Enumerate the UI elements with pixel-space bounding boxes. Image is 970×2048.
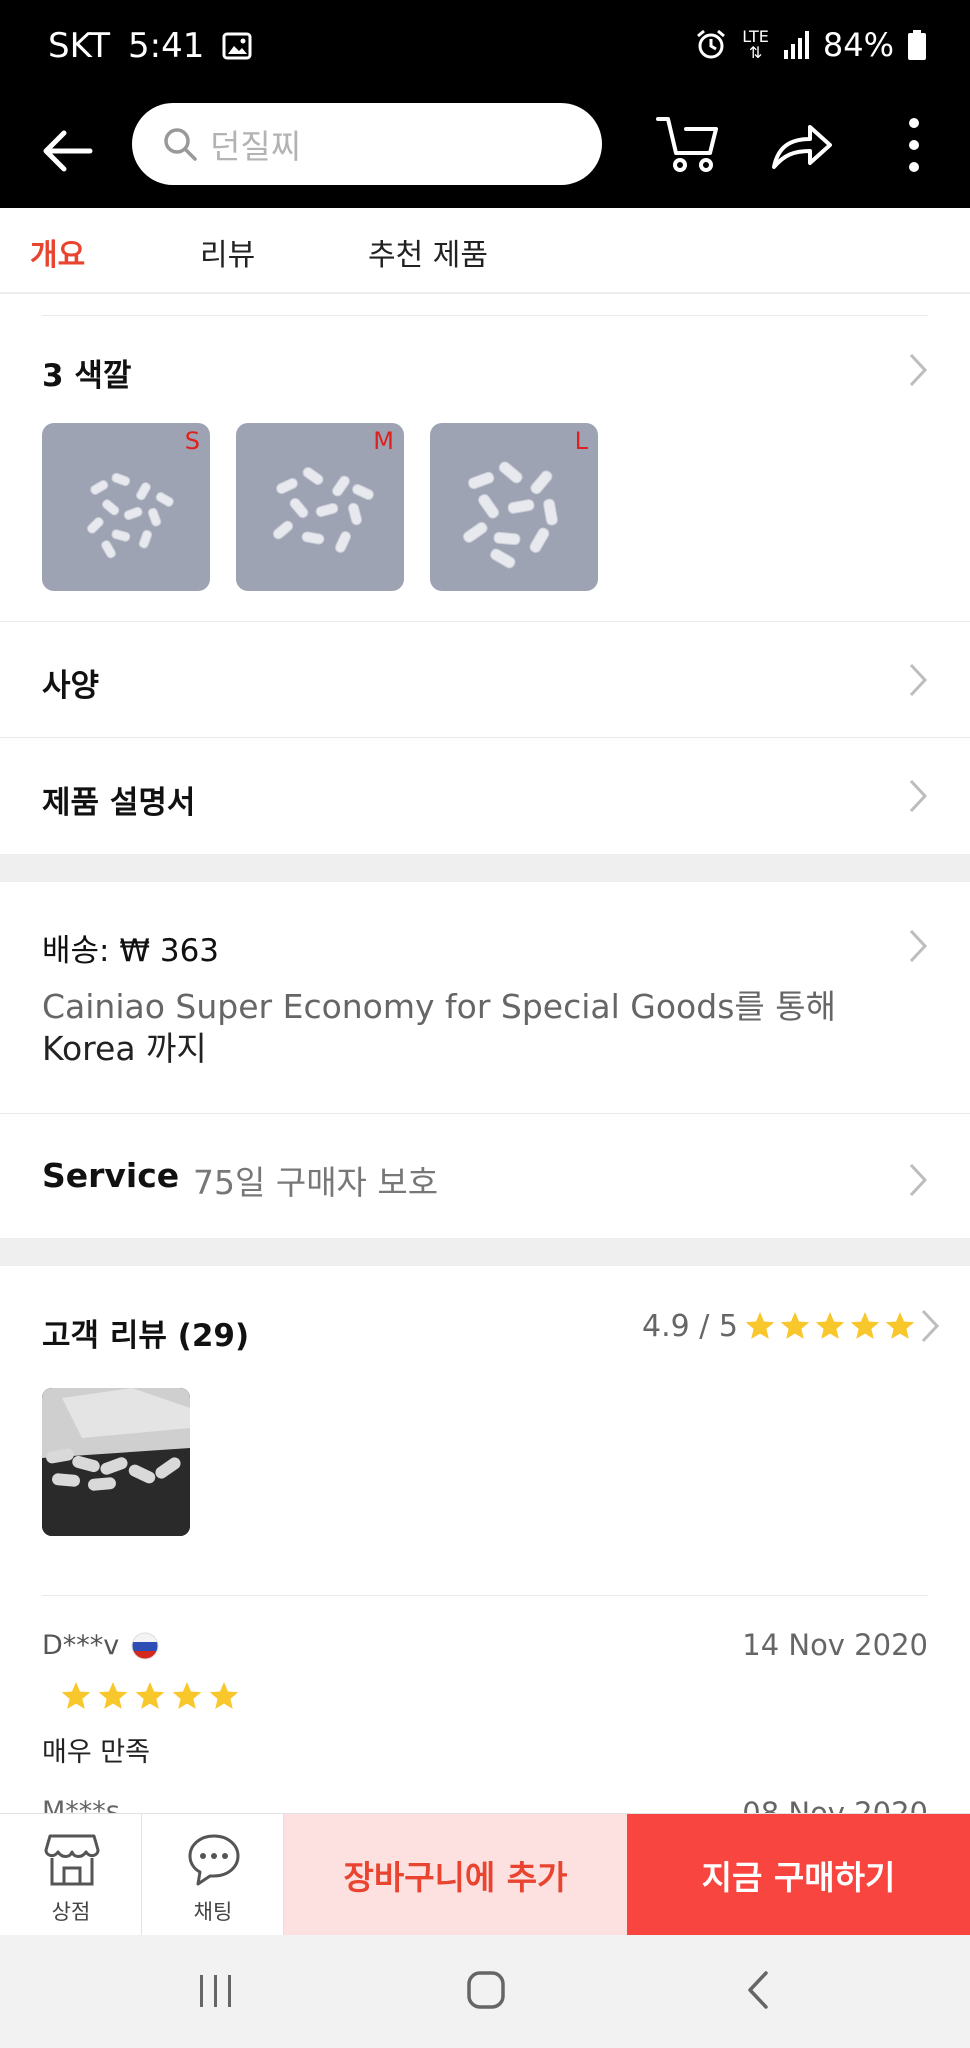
color-option-l[interactable]: L (430, 423, 598, 591)
tab-overview[interactable]: 개요 (30, 230, 85, 274)
product-manual-label: 제품 설명서 (42, 785, 196, 821)
chevron-right-icon (909, 1163, 928, 1197)
buy-now-button[interactable]: 지금 구매하기 (627, 1814, 970, 1936)
recent-apps-icon[interactable] (196, 1971, 236, 2011)
size-label: M (373, 427, 394, 455)
buyer-protection: 75일 구매자 보호 (193, 1163, 439, 1202)
divider (0, 621, 970, 622)
back-icon[interactable] (742, 1969, 772, 2011)
battery-icon (908, 30, 926, 60)
search-icon (164, 128, 197, 161)
divider (0, 737, 970, 738)
search-placeholder: 던질찌 (210, 127, 302, 166)
star-icon (209, 1682, 239, 1709)
russia-flag-icon (131, 1632, 159, 1659)
status-bar: SKT 5:41 LTE ⇅ 84% (0, 0, 970, 95)
shipping-method: Cainiao Super Economy for Special Goods를… (42, 986, 862, 1070)
gallery-notification-icon (222, 32, 252, 60)
reviewer-name: D***v (42, 1630, 120, 1661)
network-indicator: LTE ⇅ (742, 27, 769, 62)
reviewer: D***v (42, 1630, 159, 1661)
color-option-m[interactable]: M (236, 423, 404, 591)
back-arrow-icon[interactable] (38, 121, 98, 181)
section-divider (0, 1238, 970, 1266)
tab-reviews[interactable]: 리뷰 (200, 230, 255, 274)
shipping-destination: Korea 까지 (42, 1029, 207, 1068)
home-icon[interactable] (466, 1969, 506, 2011)
specs-label: 사양 (42, 668, 100, 704)
tab-bar: 개요 리뷰 추천 제품 (0, 208, 970, 294)
add-to-cart-button[interactable]: 장바구니에 추가 (284, 1814, 627, 1936)
signal-icon (783, 31, 809, 59)
chat-button[interactable]: 채팅 (142, 1814, 284, 1936)
chevron-right-icon (909, 663, 928, 697)
chevron-right-icon (909, 779, 928, 813)
shipping-carrier: Cainiao Super Economy for Special Goods를… (42, 987, 836, 1026)
star-icon (850, 1312, 880, 1339)
search-input[interactable]: 던질찌 (132, 103, 602, 185)
store-label: 상점 (51, 1900, 91, 1924)
chevron-right-icon (921, 1309, 940, 1343)
system-navigation-bar (0, 1935, 970, 2048)
app-bar: 던질찌 (0, 95, 970, 208)
share-icon[interactable] (770, 117, 834, 173)
rating-value: 4.9 / 5 (642, 1308, 738, 1344)
star-icon (745, 1312, 775, 1339)
star-icon (61, 1682, 91, 1709)
store-icon (44, 1834, 100, 1886)
shipping-price: 배송: ₩ 363 (42, 933, 220, 969)
review-photo-image (42, 1388, 190, 1536)
reviews-title: 고객 리뷰 (29) (42, 1318, 250, 1354)
product-swatch-image (462, 461, 558, 569)
more-options-icon[interactable] (896, 115, 932, 175)
rating-summary: 4.9 / 5 (642, 1308, 940, 1344)
star-icon (885, 1312, 915, 1339)
battery-percent: 84% (822, 26, 894, 64)
star-icon (780, 1312, 810, 1339)
review-text: 매우 만족 (42, 1737, 150, 1768)
cart-icon[interactable] (656, 113, 720, 175)
clock: 5:41 (128, 26, 205, 66)
chat-label: 채팅 (193, 1900, 233, 1924)
chat-icon (188, 1834, 240, 1886)
star-icon (135, 1682, 165, 1709)
service-label: Service (42, 1156, 180, 1195)
size-label: L (574, 427, 588, 455)
color-options-title: 3 색깔 (42, 358, 132, 394)
size-label: S (184, 427, 200, 455)
review-stars (60, 1680, 240, 1712)
star-icon (815, 1312, 845, 1339)
alarm-icon (697, 29, 726, 59)
carrier-label: SKT (48, 26, 111, 66)
chevron-right-icon (909, 929, 928, 963)
tab-recommended[interactable]: 추천 제품 (368, 230, 488, 274)
store-button[interactable]: 상점 (0, 1814, 142, 1936)
divider (42, 315, 928, 316)
color-option-s[interactable]: S (42, 423, 210, 591)
chevron-right-icon (909, 353, 928, 387)
review-date: 14 Nov 2020 (742, 1628, 928, 1662)
review-photo[interactable] (42, 1388, 190, 1536)
star-icon (172, 1682, 202, 1709)
divider (0, 1113, 970, 1114)
rating-stars (744, 1310, 916, 1342)
star-icon (98, 1682, 128, 1709)
section-divider (0, 854, 970, 882)
action-bar: 상점 채팅 장바구니에 추가 지금 구매하기 (0, 1813, 970, 1936)
divider (42, 1595, 928, 1596)
